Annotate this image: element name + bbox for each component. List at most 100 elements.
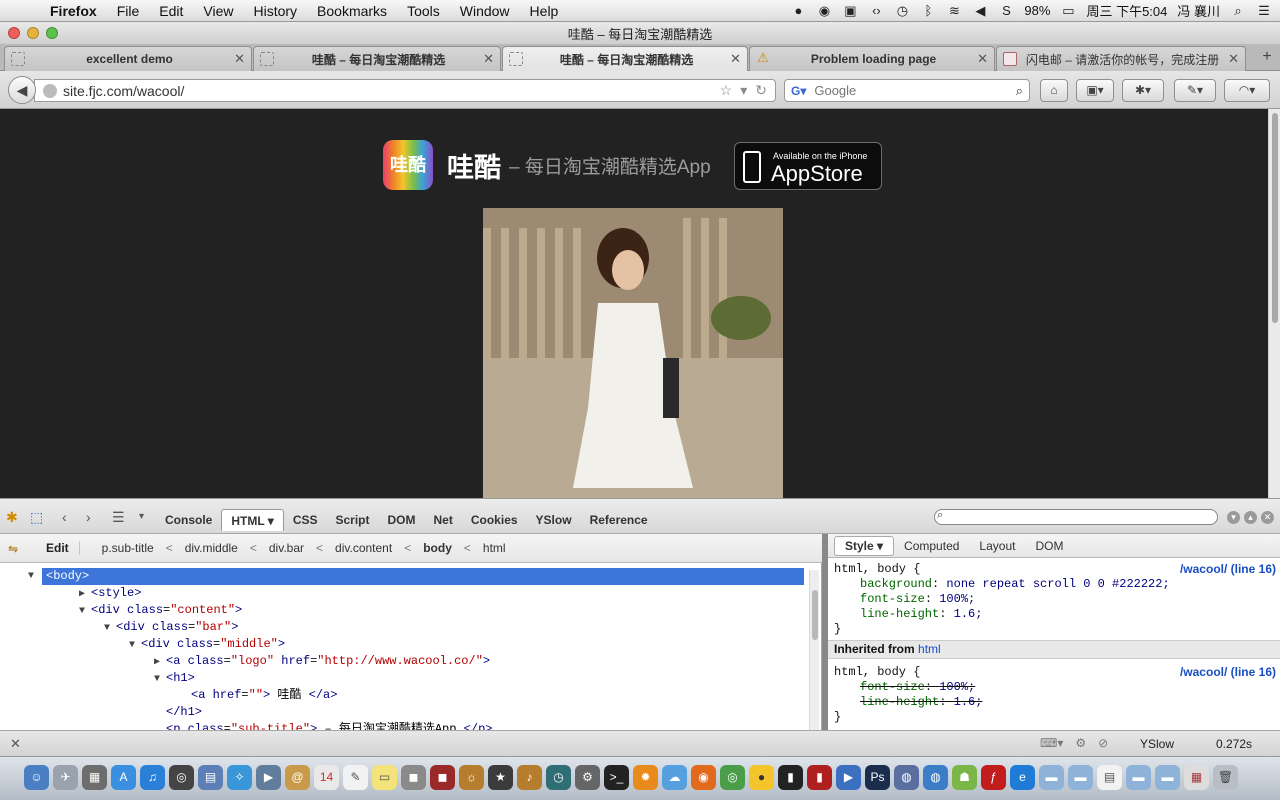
tree-node[interactable]: ▼ <div class="content">	[79, 602, 242, 619]
html-tag[interactable]: </p>	[464, 722, 493, 730]
prop-name[interactable]: line-height	[860, 607, 939, 621]
books-app-icon[interactable]: ▮	[807, 765, 832, 790]
html-tag[interactable]: <h1>	[166, 671, 195, 685]
tab-close-icon[interactable]: ✕	[483, 51, 494, 67]
html-tag[interactable]: </h1>	[166, 705, 202, 719]
code-tray-icon[interactable]: ‹›	[868, 3, 884, 19]
tab-close-icon[interactable]: ✕	[234, 51, 245, 67]
menu-tools[interactable]: Tools	[397, 3, 450, 19]
crumb-html[interactable]: html	[483, 541, 506, 555]
tab-script[interactable]: Script	[327, 509, 379, 531]
history-dropdown-icon[interactable]: ▾	[740, 82, 747, 99]
terminal-icon[interactable]: >_	[604, 765, 629, 790]
photos-icon[interactable]: ◼	[430, 765, 455, 790]
prop-value[interactable]: 100%;	[939, 592, 975, 606]
tree-node[interactable]: ▶ <style>	[79, 585, 141, 602]
app-store-icon[interactable]: A	[111, 765, 136, 790]
battery-percent[interactable]: 98%	[1024, 3, 1050, 18]
qq-tray-icon[interactable]: ●	[790, 3, 806, 19]
settings-app-icon[interactable]: ✹	[633, 765, 658, 790]
menu-help[interactable]: Help	[520, 3, 569, 19]
tab-style[interactable]: Style ▾	[834, 535, 895, 556]
dashboard-icon[interactable]: ◎	[169, 765, 194, 790]
search-icon[interactable]: ⌕	[1016, 83, 1023, 99]
tab-yslow[interactable]: YSlow	[527, 509, 581, 531]
calendar-icon[interactable]: 14	[314, 765, 339, 790]
html-tag[interactable]: >	[235, 603, 242, 617]
expand-toggle-icon[interactable]: ▶	[154, 654, 166, 671]
prop-name[interactable]: line-height	[860, 695, 939, 709]
firebug-minimize-icon[interactable]: ▾	[1227, 511, 1240, 524]
tab-cookies[interactable]: Cookies	[462, 509, 527, 531]
launchpad-icon[interactable]: ✈	[53, 765, 78, 790]
photo-booth-icon[interactable]: ◼	[401, 765, 426, 790]
photoshop-icon[interactable]: Ps	[865, 765, 890, 790]
expand-toggle-icon[interactable]: ▶	[79, 586, 91, 603]
attr-name[interactable]: class	[152, 620, 188, 634]
forward-arrow-icon[interactable]: ›	[86, 509, 91, 525]
tools-toolbar-button[interactable]: ✎▾	[1174, 79, 1216, 102]
prop-name[interactable]: font-size	[860, 680, 925, 694]
prop-value[interactable]: 1.6;	[954, 695, 983, 709]
downloads-stack-icon[interactable]: ▦	[1184, 765, 1209, 790]
console-toggle-icon[interactable]: ⌨▾	[1040, 736, 1063, 750]
inspect-toggle-icon[interactable]: ⇋	[8, 542, 18, 556]
attr-name[interactable]: class	[188, 654, 224, 668]
inherited-element-link[interactable]: html	[918, 642, 941, 656]
menu-file[interactable]: File	[107, 3, 150, 19]
css-property[interactable]: font-size: 100%;	[828, 592, 1280, 607]
crumb-body[interactable]: body	[423, 541, 452, 555]
tab-dom[interactable]: DOM	[379, 509, 425, 531]
prop-name[interactable]: font-size	[860, 592, 925, 606]
expand-toggle-icon[interactable]: ▼	[28, 568, 34, 585]
back-arrow-icon[interactable]: ‹	[62, 509, 67, 525]
facetime-icon[interactable]: ▶	[256, 765, 281, 790]
garageband-icon[interactable]: ♪	[517, 765, 542, 790]
html-tag[interactable]: <div	[141, 637, 170, 651]
tab-wacool-active[interactable]: 哇酷 – 每日淘宝潮酷精选 ✕	[502, 46, 748, 71]
alfred-tray-icon[interactable]: ▣	[842, 3, 858, 19]
tree-node[interactable]: <p class="sub-title"> – 每日淘宝潮酷精选App </p>	[154, 721, 492, 730]
html-tag[interactable]: </a>	[309, 688, 338, 702]
html-tag[interactable]: >	[483, 654, 490, 668]
attr-value[interactable]: "http://www.wacool.co/"	[317, 654, 483, 668]
html-tag[interactable]: <a	[166, 654, 180, 668]
page-scrollbar[interactable]	[1268, 109, 1280, 498]
input-method-icon[interactable]: S	[998, 3, 1014, 19]
menubar-clock[interactable]: 周三 下午5:04	[1086, 1, 1167, 20]
attr-value[interactable]: "content"	[170, 603, 235, 617]
attr-name[interactable]: class	[177, 637, 213, 651]
contacts-icon[interactable]: @	[285, 765, 310, 790]
attr-name[interactable]: href	[281, 654, 310, 668]
back-button[interactable]: ◀	[8, 76, 36, 104]
attr-value[interactable]: "middle"	[220, 637, 278, 651]
site-identity-icon[interactable]	[43, 83, 57, 98]
crumb-div-middle[interactable]: div.middle	[185, 541, 238, 555]
tab-close-icon[interactable]: ✕	[977, 51, 988, 67]
network-app-icon[interactable]: ◍	[894, 765, 919, 790]
attr-name[interactable]: href	[213, 688, 242, 702]
html-tag[interactable]: >	[231, 620, 238, 634]
tree-node[interactable]: ▶ <a class="logo" href="http://www.wacool…	[154, 653, 490, 670]
folder-icon[interactable]: ▬	[1155, 765, 1180, 790]
time-machine-icon[interactable]: ◷	[546, 765, 571, 790]
globe-app-icon[interactable]: ◍	[923, 765, 948, 790]
attr-name[interactable]: class	[188, 722, 224, 730]
menubar-user[interactable]: 冯 襄川	[1177, 1, 1220, 20]
featured-product-photo[interactable]	[483, 208, 783, 498]
expand-toggle-icon[interactable]: ▼	[154, 671, 166, 688]
tree-node[interactable]: <a href=""> 哇酷 </a>	[179, 687, 337, 704]
mission-control-icon[interactable]: ▦	[82, 765, 107, 790]
finder-icon[interactable]: ☺	[24, 765, 49, 790]
folder-icon[interactable]: ▬	[1126, 765, 1151, 790]
time-machine-icon[interactable]: ◷	[894, 3, 910, 19]
messages-icon[interactable]: ☁	[662, 765, 687, 790]
tab-wacool-1[interactable]: 哇酷 – 每日淘宝潮酷精选 ✕	[253, 46, 501, 71]
window-zoom-button[interactable]	[46, 27, 58, 39]
yslow-status[interactable]: YSlow	[1140, 737, 1174, 751]
reload-icon[interactable]: ↻	[755, 82, 767, 99]
url-bar[interactable]: ☆ ▾ ↻	[34, 79, 776, 102]
prop-name[interactable]: background	[860, 577, 932, 591]
menu-history[interactable]: History	[243, 3, 307, 19]
prop-value[interactable]: 100%;	[939, 680, 975, 694]
